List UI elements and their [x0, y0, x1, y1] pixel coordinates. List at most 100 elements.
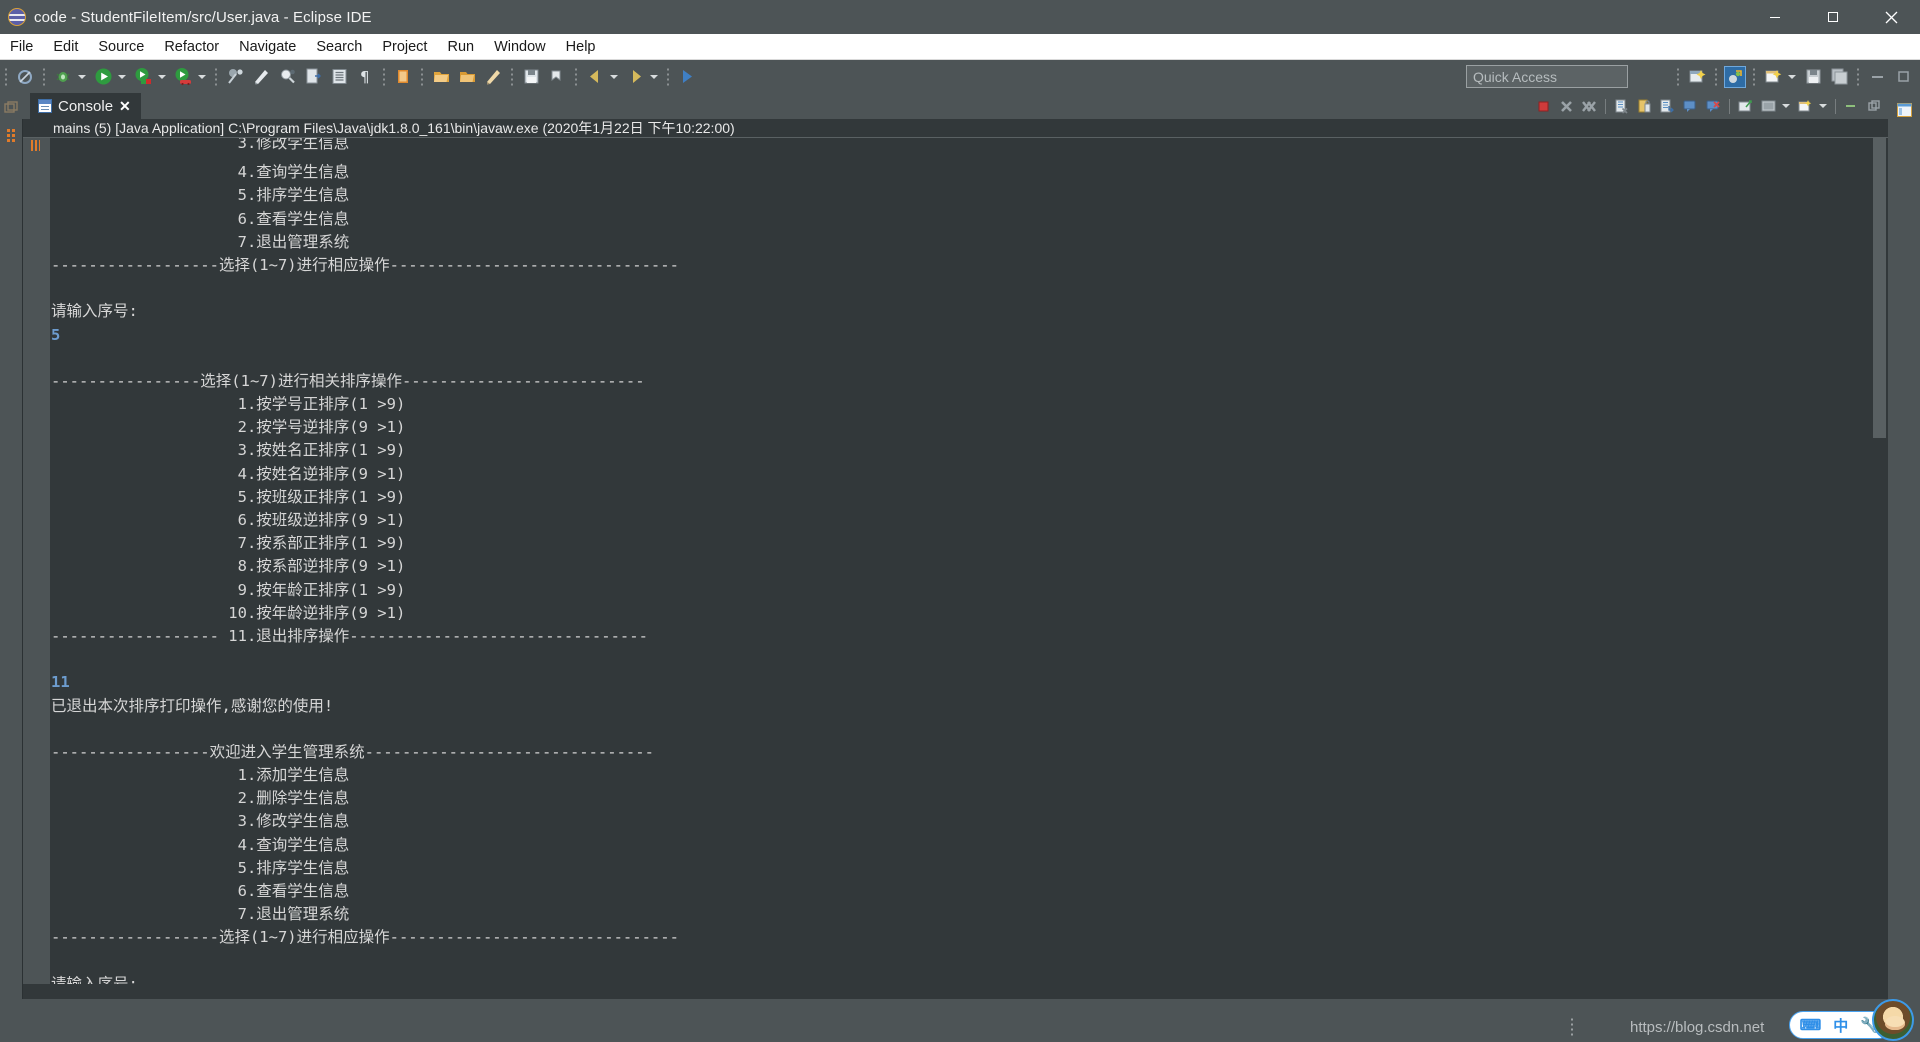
search-icon[interactable] [276, 66, 298, 88]
open-console-icon[interactable] [1795, 96, 1816, 117]
skip-breakpoints-icon[interactable] [224, 66, 246, 88]
toolbar-separator [382, 66, 386, 87]
console-line: 9.按年龄正排序(1 >9) [51, 580, 406, 599]
user-avatar[interactable] [1872, 999, 1914, 1041]
keyboard-icon[interactable]: ⌨ [1800, 1016, 1822, 1034]
tab-console[interactable]: Console ✕ [30, 93, 141, 119]
close-button[interactable] [1862, 0, 1920, 34]
previous-annotation-icon[interactable] [546, 66, 568, 88]
new-wizard-icon[interactable] [1762, 66, 1784, 88]
console-tab-row: Console ✕ [22, 93, 1888, 119]
console-line: 10.按年龄逆排序(9 >1) [51, 603, 406, 622]
run-external-tools-icon[interactable] [172, 66, 194, 88]
clear-console-icon[interactable] [1611, 96, 1632, 117]
scroll-lock-icon[interactable] [1634, 96, 1655, 117]
menu-item-source[interactable]: Source [88, 34, 154, 60]
save-as-icon[interactable] [1828, 66, 1850, 88]
pin-editor-icon[interactable] [676, 66, 698, 88]
open-folder-icon[interactable] [430, 66, 452, 88]
menu-item-run[interactable]: Run [437, 34, 484, 60]
console-marker-icon[interactable] [2, 127, 20, 145]
status-drag-handle[interactable] [1570, 1017, 1574, 1037]
remove-launch-icon[interactable] [1556, 96, 1577, 117]
new-wizard-dropdown-icon[interactable] [1786, 66, 1798, 88]
show-console-on-output-icon[interactable] [1680, 96, 1701, 117]
minimize-toolbar-icon[interactable] [1866, 66, 1888, 88]
ime-language-label[interactable]: 中 [1833, 1015, 1848, 1036]
back-dropdown-icon[interactable] [608, 66, 620, 88]
run-dropdown-icon[interactable] [116, 66, 128, 88]
coverage-dropdown-icon[interactable] [156, 66, 168, 88]
console-line: -----------------欢迎进入学生管理系统-------------… [51, 742, 654, 761]
menu-item-help[interactable]: Help [556, 34, 606, 60]
minimize-button[interactable] [1746, 0, 1804, 34]
word-wrap-icon[interactable] [1657, 96, 1678, 117]
console-line: 11 [51, 673, 70, 692]
restore-view-icon[interactable] [2, 99, 20, 117]
console-output[interactable]: 3.修改学生信息 4.查询学生信息 5.排序学生信息 6.查看学生信息 7.退出… [51, 138, 1871, 999]
terminate-icon[interactable] [1533, 96, 1554, 117]
menu-item-refactor[interactable]: Refactor [154, 34, 229, 60]
edit-icon[interactable] [482, 66, 504, 88]
console-process-title: mains (5) [Java Application] C:\Program … [23, 119, 1888, 138]
new-window-icon[interactable] [1686, 66, 1708, 88]
java-perspective-icon[interactable] [1724, 65, 1746, 88]
console-line: 5 [51, 325, 61, 344]
outline-view-icon[interactable] [1895, 101, 1913, 119]
display-selected-console-dropdown-icon[interactable] [1780, 95, 1792, 117]
save-icon[interactable] [1802, 66, 1824, 88]
open-type-icon[interactable] [302, 66, 324, 88]
console-line: 4.按姓名逆排序(9 >1) [51, 464, 406, 483]
menu-item-edit[interactable]: Edit [43, 34, 88, 60]
toggle-breakpoint-icon[interactable] [14, 66, 36, 88]
console-scroll-thumb[interactable] [1873, 138, 1886, 438]
status-bar: https://blog.csdn.net ⌨ 中 🔧 [0, 999, 1920, 1042]
toolbar-separator [4, 66, 8, 87]
debug-dropdown-icon[interactable] [76, 66, 88, 88]
console-line: 8.按系部逆排序(9 >1) [51, 557, 406, 576]
console-line: 6.查看学生信息 [51, 209, 350, 228]
console-vertical-scrollbar[interactable] [1871, 138, 1888, 999]
quick-access-input[interactable] [1466, 65, 1628, 88]
console-line: 3.按姓名正排序(1 >9) [51, 441, 406, 460]
close-icon[interactable]: ✕ [119, 98, 131, 115]
maximize-icon[interactable] [1864, 96, 1885, 117]
display-selected-console-icon[interactable] [1758, 96, 1779, 117]
run-icon[interactable] [92, 66, 114, 88]
menu-item-project[interactable]: Project [372, 34, 437, 60]
forward-icon[interactable] [624, 66, 646, 88]
window-controls [1746, 0, 1920, 34]
external-tools-dropdown-icon[interactable] [196, 66, 208, 88]
left-fast-view-bar [0, 93, 22, 1013]
toolbar-separator [1714, 66, 1718, 87]
console-line: 3.修改学生信息 [51, 138, 350, 152]
remove-all-terminated-icon[interactable] [1579, 96, 1600, 117]
open-task-icon[interactable] [328, 66, 350, 88]
open-folder-alt-icon[interactable] [456, 66, 478, 88]
show-console-on-error-icon[interactable] [1703, 96, 1724, 117]
save-all-icon[interactable] [520, 66, 542, 88]
toggle-mark-occurrences-icon[interactable]: ¶ [354, 66, 376, 88]
coverage-icon[interactable] [132, 66, 154, 88]
menu-item-window[interactable]: Window [484, 34, 556, 60]
new-java-class-icon[interactable] [250, 66, 272, 88]
forward-dropdown-icon[interactable] [648, 66, 660, 88]
new-folder-icon[interactable] [392, 66, 414, 88]
menu-item-search[interactable]: Search [306, 34, 372, 60]
menu-item-navigate[interactable]: Navigate [229, 34, 306, 60]
open-console-dropdown-icon[interactable] [1817, 95, 1829, 117]
maximize-button[interactable] [1804, 0, 1862, 34]
toolbar-separator [214, 66, 218, 87]
back-icon[interactable] [584, 66, 606, 88]
restore-toolbar-icon[interactable] [1892, 66, 1914, 88]
console-line: 5.排序学生信息 [51, 186, 350, 205]
console-horizontal-scrollbar[interactable] [23, 984, 1888, 999]
minimize-icon[interactable] [1841, 96, 1862, 117]
debug-icon[interactable] [52, 66, 74, 88]
pin-console-icon[interactable] [1735, 96, 1756, 117]
menu-item-file[interactable]: File [0, 34, 43, 60]
console-line: ----------------选择(1~7)进行相关排序操作---------… [51, 371, 645, 390]
toolbar-separator [510, 66, 514, 87]
